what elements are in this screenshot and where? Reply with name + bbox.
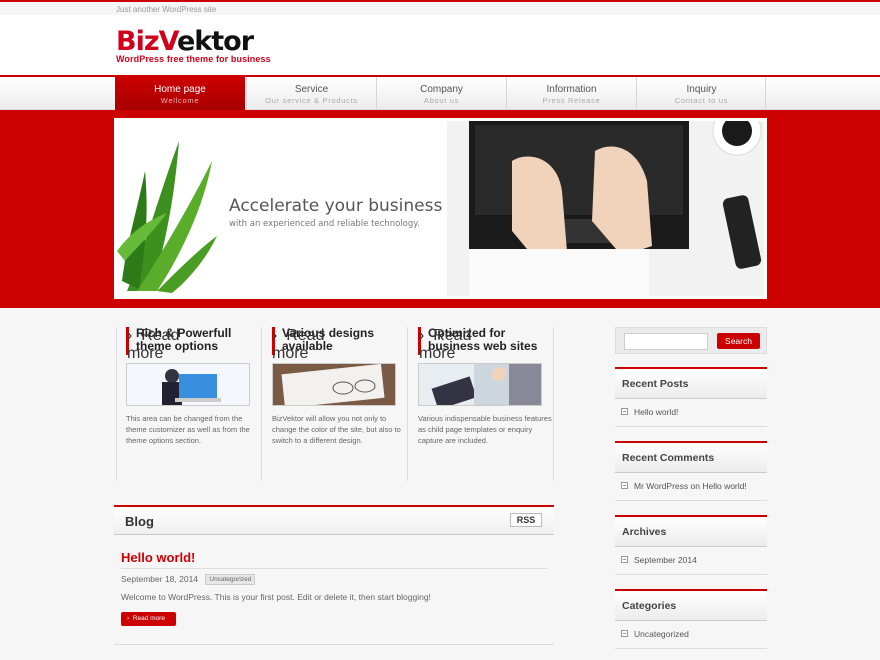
widget-recent-comments: Recent Comments Mr WordPress on Hello wo… — [615, 441, 767, 501]
widget-recent-posts: Recent Posts Hello world! — [615, 367, 767, 427]
blog-heading: Blog — [125, 514, 154, 529]
nav-item-service[interactable]: Service Our service & Products — [246, 77, 376, 110]
read-more-button[interactable]: › Read more — [121, 612, 176, 626]
search-widget: Search — [615, 327, 767, 354]
widget-categories: Categories Uncategorized — [615, 589, 767, 649]
nav-label: Information — [546, 84, 597, 95]
widget-item-label: September 2014 — [634, 555, 697, 565]
column-divider — [116, 327, 117, 481]
widget-title: Categories — [615, 589, 767, 621]
widget-item-label: Mr WordPress on Hello world! — [634, 481, 747, 491]
bullet-icon — [621, 556, 628, 563]
widget-item[interactable]: Mr WordPress on Hello world! — [615, 473, 767, 501]
post-title[interactable]: Hello world! — [121, 550, 547, 569]
blog-section-header: Blog RSS — [114, 505, 554, 535]
nav-label: Company — [420, 84, 463, 95]
widget-title: Recent Comments — [615, 441, 767, 473]
nav-sublabel: About us — [423, 96, 460, 105]
site-tagline: Just another WordPress site — [116, 5, 217, 14]
top-accent-line — [0, 0, 880, 2]
hero-title: Accelerate your business — [229, 196, 443, 216]
nav-item-home[interactable]: Home page Wellcome — [115, 77, 245, 110]
post-category[interactable]: Uncategorized — [205, 574, 256, 585]
bullet-icon — [621, 482, 628, 489]
laptop-illustration — [127, 364, 249, 405]
feature-image — [272, 363, 396, 406]
blog-post: Hello world! September 18, 2014 Uncatego… — [121, 550, 547, 626]
calculator-illustration — [419, 364, 541, 405]
nav-sublabel: Press Release — [542, 96, 601, 105]
feature-image — [126, 363, 250, 406]
documents-illustration — [273, 364, 395, 405]
nav-sublabel: Our service & Products — [265, 96, 358, 105]
feature-text: BizVektor will allow you not only to cha… — [272, 414, 401, 445]
nav-label: Inquiry — [686, 84, 717, 95]
widget-item[interactable]: September 2014 — [615, 547, 767, 575]
feature-image — [418, 363, 542, 406]
hero-banner: Accelerate your business with an experie… — [0, 110, 880, 308]
widget-title: Archives — [615, 515, 767, 547]
nav-label: Home page — [154, 84, 206, 95]
column-divider — [407, 327, 408, 481]
column-divider — [553, 327, 554, 481]
site-logo[interactable]: BizVektor WordPress free theme for busin… — [116, 28, 271, 64]
post-date: September 18, 2014 — [121, 574, 199, 584]
logo-wordmark: BizVektor — [116, 26, 254, 57]
nav-item-inquiry[interactable]: Inquiry Contact to us — [636, 77, 766, 110]
hero-subtitle: with an experienced and reliable technol… — [229, 219, 420, 229]
post-divider — [114, 644, 554, 645]
nav-sublabel: Contact to us — [674, 96, 729, 105]
hero-image: Accelerate your business with an experie… — [114, 118, 767, 299]
nav-sublabel: Wellcome — [160, 96, 200, 105]
nav-item-company[interactable]: Company About us — [376, 77, 506, 110]
widget-item-label: Hello world! — [634, 407, 679, 417]
button-label: › — [127, 327, 142, 344]
button-label: › — [272, 327, 287, 344]
button-label: Read more — [132, 615, 165, 622]
column-divider — [261, 327, 262, 481]
feature-text: This area can be changed from the theme … — [126, 414, 250, 445]
search-input[interactable] — [624, 333, 708, 350]
read-more-button[interactable]: › Read more — [127, 327, 181, 363]
feature-text: Various indispensable business features … — [418, 414, 552, 445]
widget-item-label: Uncategorized — [634, 629, 689, 639]
nav-label: Service — [294, 84, 329, 95]
post-meta: September 18, 2014 Uncategorized — [121, 574, 547, 586]
button-label: › — [419, 327, 434, 344]
widget-item[interactable]: Hello world! — [615, 399, 767, 427]
nav-item-information[interactable]: Information Press Release — [506, 77, 636, 110]
global-nav: Home page Wellcome Service Our service &… — [0, 75, 880, 110]
nav-divider — [765, 77, 766, 110]
bullet-icon — [621, 408, 628, 415]
search-button[interactable]: Search — [717, 333, 760, 349]
widget-item[interactable]: Uncategorized — [615, 621, 767, 649]
widget-title: Recent Posts — [615, 367, 767, 399]
post-excerpt: Welcome to WordPress. This is your first… — [121, 592, 431, 602]
read-more-button[interactable]: › Read more — [419, 327, 473, 363]
rss-button[interactable]: RSS — [510, 513, 542, 527]
plant-illustration — [117, 141, 217, 293]
widget-archives: Archives September 2014 — [615, 515, 767, 575]
bullet-icon — [621, 630, 628, 637]
read-more-button[interactable]: › Read more — [272, 327, 326, 363]
